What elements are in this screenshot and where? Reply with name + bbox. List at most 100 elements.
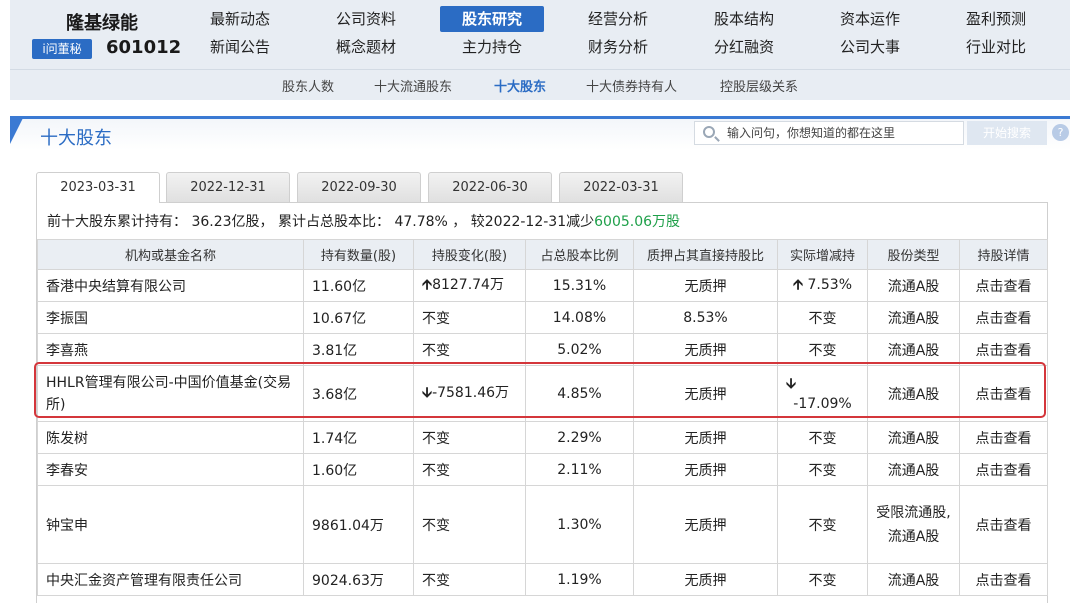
tab-date-2023-03-31[interactable]: 2023-03-31 [36,172,160,203]
stock-name: 隆基绿能 [66,13,138,34]
holder-ratio: 14.08% [525,301,634,334]
holder-pledge: 无质押 [633,333,778,366]
holder-type: 流通A股 [867,365,960,422]
holder-change: 🡩8127.74万 [413,269,526,302]
holder-type: 流通A股 [867,301,960,334]
nav-earnings-forecast[interactable]: 盈利预测 [944,6,1048,32]
search-input[interactable] [727,124,959,142]
table-row-highlighted: HHLR管理有限公司-中国价值基金(交易所) 3.68亿 🡫-7581.46万 … [37,365,1048,422]
holder-actual-change: 不变 [777,563,868,596]
holder-actual-change: 🡫 -17.09% [777,365,868,422]
subnav-top10-holders[interactable]: 十大股东 [494,76,546,95]
holder-detail-link[interactable]: 点击查看 [959,563,1048,596]
holder-type: 流通A股 [867,563,960,596]
holder-shares: 1.74亿 [303,421,414,454]
holder-name: 李春安 [37,453,304,486]
top-nav: 隆基绿能 i问董秘 601012 最新动态 公司资料 股东研究 经营分析 股本结… [10,0,1070,70]
holder-name: 李振国 [37,301,304,334]
summary-change: 6005.06万股 [594,214,681,230]
holder-shares: 3.68亿 [303,365,414,422]
subnav-bond-holders[interactable]: 十大债券持有人 [586,76,677,95]
col-change: 持股变化(股) [413,239,526,270]
nav-operation-analysis[interactable]: 经营分析 [566,6,670,32]
holder-name: 李喜燕 [37,333,304,366]
holding-summary: 前十大股东累计持有： 36.23亿股， 累计占总股本比： 47.78% ， 较2… [47,214,681,230]
table-header-row: 机构或基金名称 持有数量(股) 持股变化(股) 占总股本比例 质押占其直接持股比… [37,239,1048,270]
holder-detail-link[interactable]: 点击查看 [959,365,1048,422]
holders-panel: 前十大股东累计持有： 36.23亿股， 累计占总股本比： 47.78% ， 较2… [36,202,1048,603]
holder-shares: 9024.63万 [303,563,414,596]
nav-industry-compare[interactable]: 行业对比 [944,34,1048,60]
holder-change: 不变 [413,563,526,596]
holder-actual-change: 不变 [777,453,868,486]
subnav-holder-count[interactable]: 股东人数 [282,76,334,95]
col-actual-change: 实际增减持 [777,239,868,270]
search-button[interactable]: 开始搜索 [967,121,1047,145]
nav-major-holdings[interactable]: 主力持仓 [440,34,544,60]
search-box [694,121,964,145]
col-share-type: 股份类型 [867,239,960,270]
holder-shares: 11.60亿 [303,269,414,302]
holder-shares: 9861.04万 [303,485,414,564]
table-row: 陈发树 1.74亿 不变 2.29% 无质押 不变 流通A股 点击查看 [37,421,1048,454]
section-title: 十大股东 [40,128,112,149]
holder-actual-change: 不变 [777,421,868,454]
holder-ratio: 4.85% [525,365,634,422]
subnav-top10-float[interactable]: 十大流通股东 [374,76,452,95]
holder-detail-link[interactable]: 点击查看 [959,333,1048,366]
nav-shareholder-research[interactable]: 股东研究 [440,6,544,32]
holder-detail-link[interactable]: 点击查看 [959,421,1048,454]
holder-name: 中央汇金资产管理有限责任公司 [37,563,304,596]
tab-date-2022-09-30[interactable]: 2022-09-30 [297,172,421,202]
nav-major-events[interactable]: 公司大事 [818,34,922,60]
stock-code: 601012 [106,37,182,58]
holder-pledge: 无质押 [633,563,778,596]
table-row: 李喜燕 3.81亿 不变 5.02% 无质押 不变 流通A股 点击查看 [37,333,1048,366]
tab-date-2022-06-30[interactable]: 2022-06-30 [428,172,552,202]
help-icon[interactable]: ? [1052,124,1069,141]
holder-detail-link[interactable]: 点击查看 [959,269,1048,302]
holder-shares: 3.81亿 [303,333,414,366]
col-shares: 持有数量(股) [303,239,414,270]
nav-announcements[interactable]: 新闻公告 [188,34,292,60]
tab-date-2022-03-31[interactable]: 2022-03-31 [559,172,683,202]
holder-detail-link[interactable]: 点击查看 [959,453,1048,486]
nav-latest-news[interactable]: 最新动态 [188,6,292,32]
holder-ratio: 2.11% [525,453,634,486]
holder-actual-change: 不变 [777,333,868,366]
nav-company-info[interactable]: 公司资料 [314,6,418,32]
holder-pledge: 无质押 [633,453,778,486]
holder-ratio: 15.31% [525,269,634,302]
holder-detail-link[interactable]: 点击查看 [959,485,1048,564]
holder-name: HHLR管理有限公司-中国价值基金(交易所) [37,365,304,422]
nav-dividends[interactable]: 分红融资 [692,34,796,60]
nav-concepts[interactable]: 概念题材 [314,34,418,60]
arrow-up-icon: 🡩 [793,276,804,293]
nav-equity-structure[interactable]: 股本结构 [692,6,796,32]
col-detail: 持股详情 [959,239,1048,270]
summary-total-shares: 36.23亿股 [191,214,260,230]
subnav-control-hierarchy[interactable]: 控股层级关系 [720,76,798,95]
holder-actual-change: 🡩 7.53% [777,269,868,302]
nav-financial-analysis[interactable]: 财务分析 [566,34,670,60]
top10-holders-table: 机构或基金名称 持有数量(股) 持股变化(股) 占总股本比例 质押占其直接持股比… [37,239,1048,596]
table-row: 香港中央结算有限公司 11.60亿 🡩8127.74万 15.31% 无质押 🡩… [37,269,1048,302]
search-icon [703,126,715,138]
ask-secretary-button[interactable]: i问董秘 [32,39,92,59]
table-row: 李振国 10.67亿 不变 14.08% 8.53% 不变 流通A股 点击查看 [37,301,1048,334]
holder-detail-link[interactable]: 点击查看 [959,301,1048,334]
holder-shares: 1.60亿 [303,453,414,486]
summary-ratio: 47.78% [394,214,448,230]
col-holder-name: 机构或基金名称 [37,239,304,270]
holder-change: 🡫-7581.46万 [413,365,526,422]
holder-type: 流通A股 [867,269,960,302]
sub-nav: 股东人数 十大流通股东 十大股东 十大债券持有人 控股层级关系 [10,70,1070,100]
holder-change: 不变 [413,421,526,454]
holder-ratio: 1.19% [525,563,634,596]
table-row: 李春安 1.60亿 不变 2.11% 无质押 不变 流通A股 点击查看 [37,453,1048,486]
nav-capital-operation[interactable]: 资本运作 [818,6,922,32]
holder-change: 不变 [413,453,526,486]
tab-date-2022-12-31[interactable]: 2022-12-31 [166,172,290,202]
summary-prefix: 前十大股东累计持有： [47,214,187,230]
holder-actual-change: 不变 [777,301,868,334]
